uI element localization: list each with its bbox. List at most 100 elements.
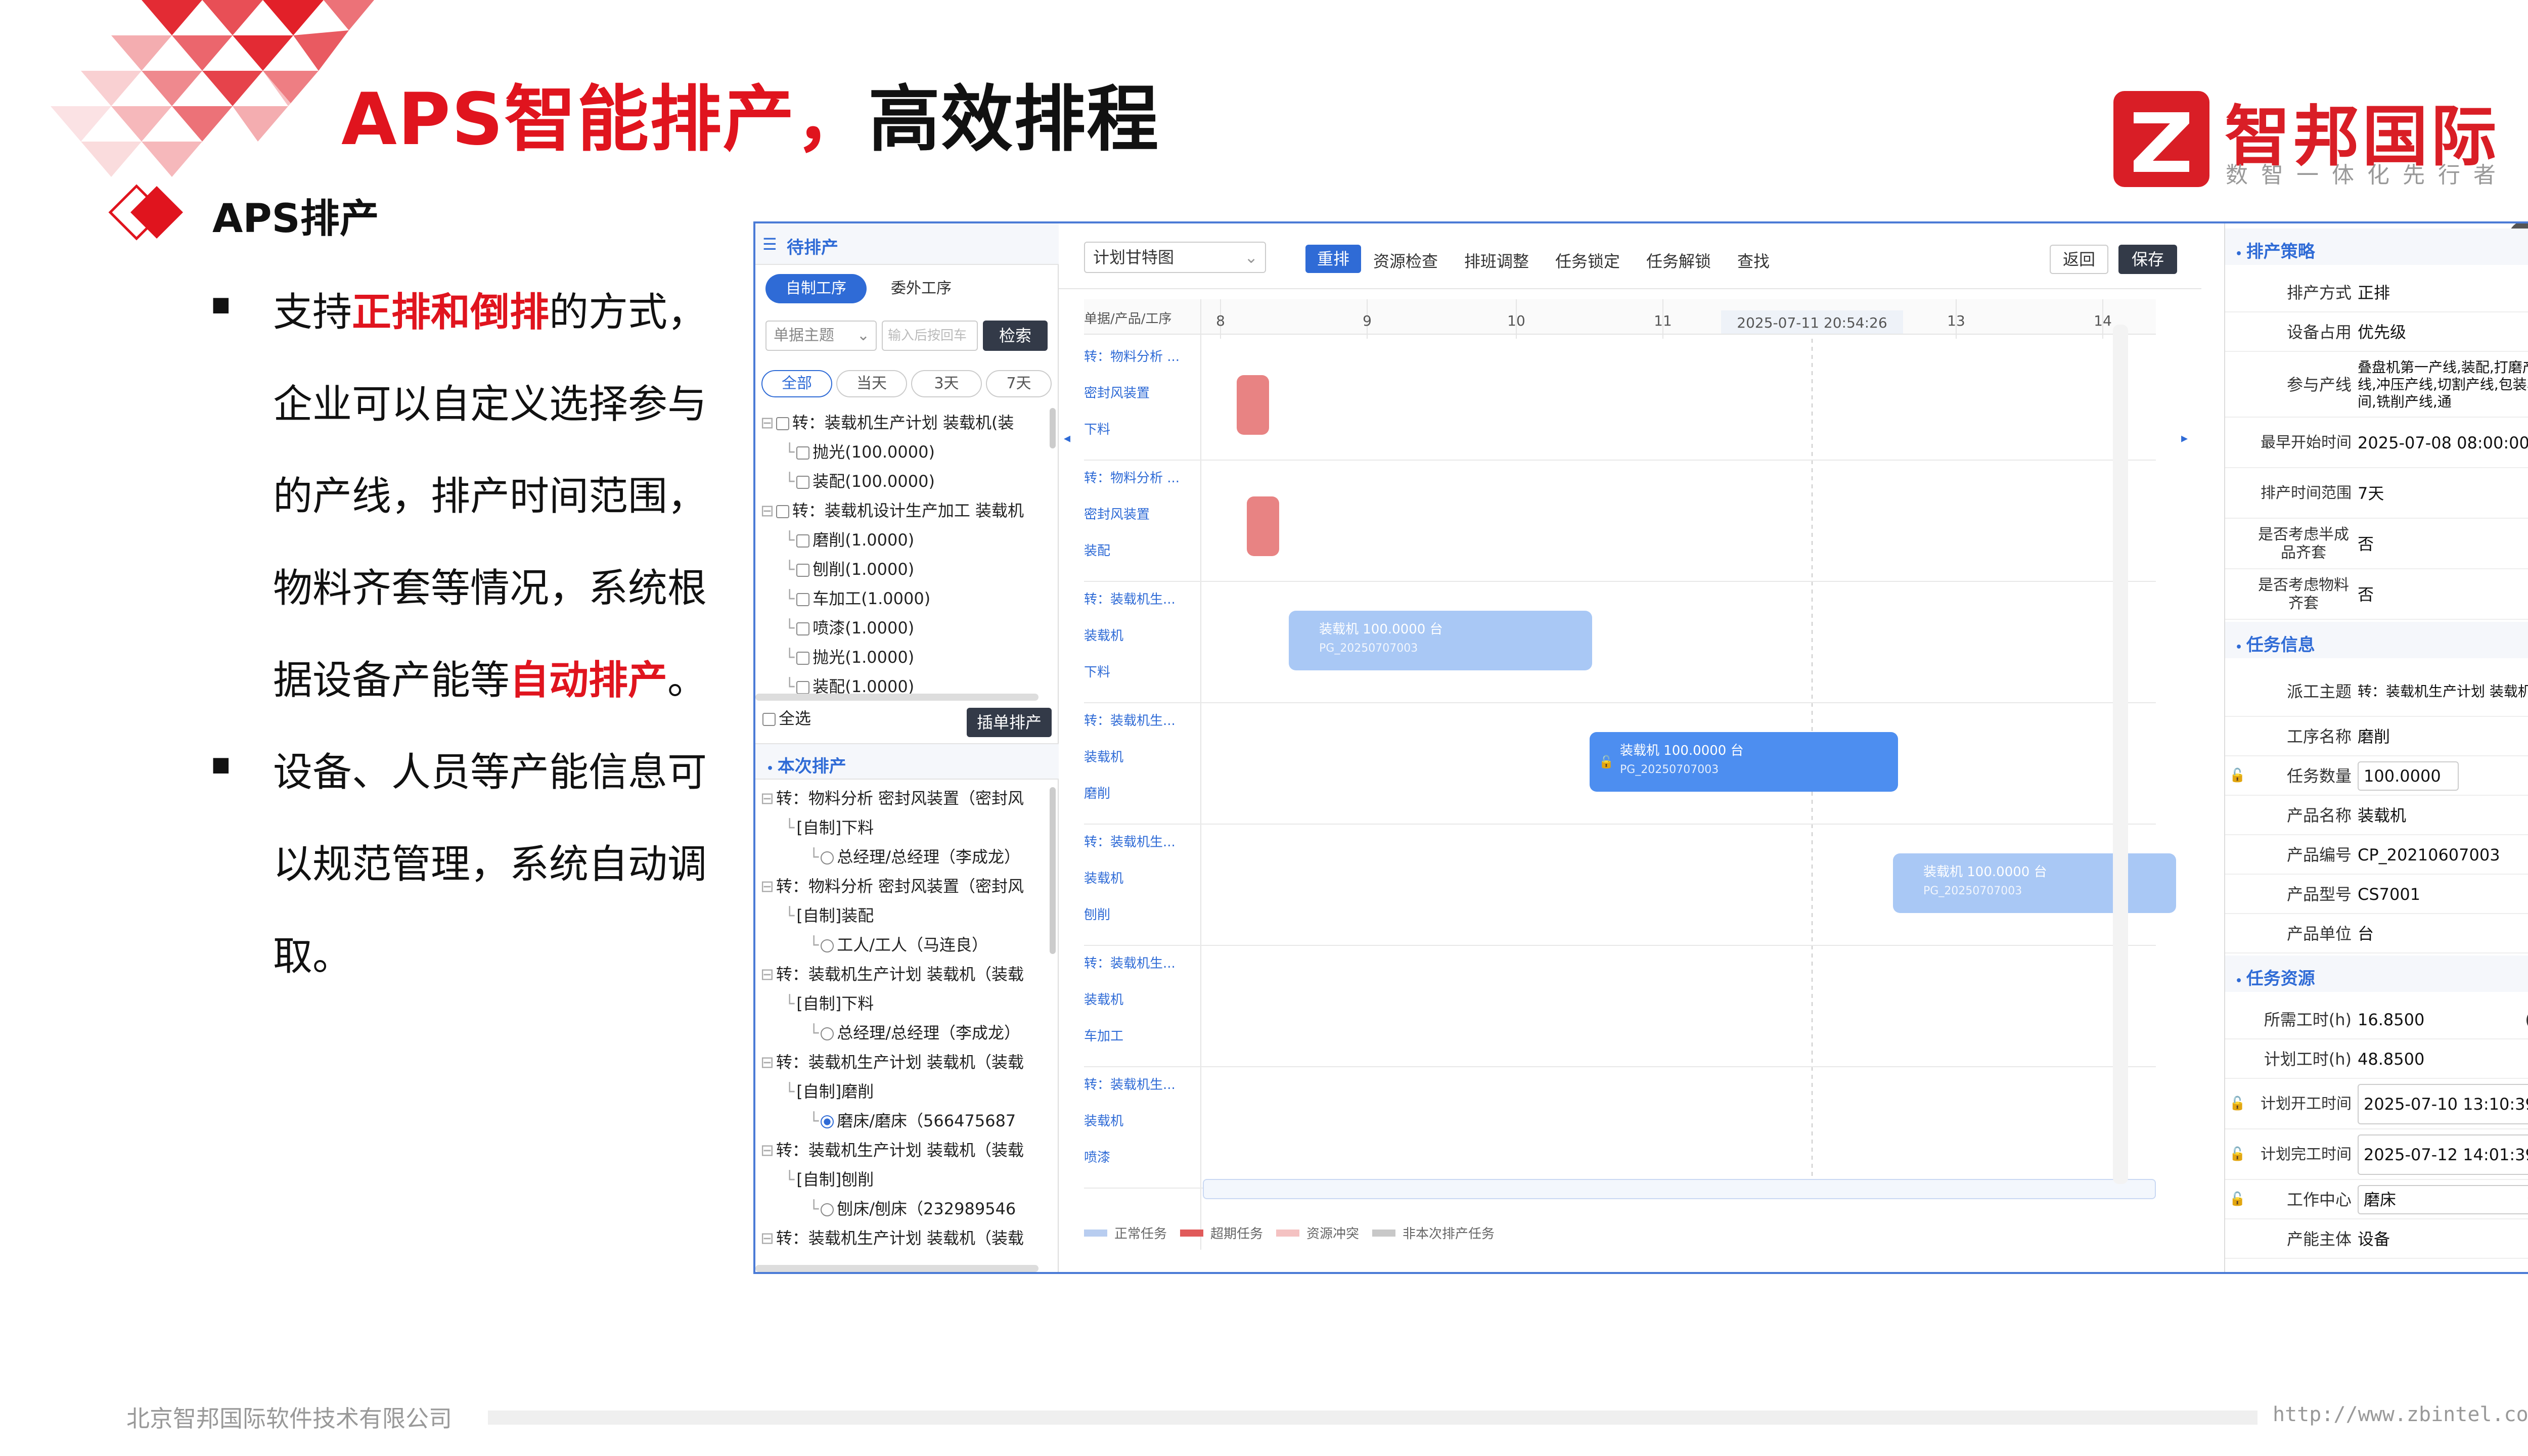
gantt-area: 计划甘特图 ⌄ 重排 资源检查 排班调整 任务锁定 任务解锁 查找 返回 保存 单… — [1059, 223, 2201, 1272]
range-all[interactable]: 全部 — [761, 370, 832, 397]
range-7days[interactable]: 7天 — [986, 370, 1052, 397]
tree-node[interactable]: └ [自制]装配 — [760, 901, 1046, 930]
current-h-scrollbar[interactable] — [755, 1265, 1039, 1272]
tree-node[interactable]: ⊟ 转：装载机生产计划 装载机(装 — [760, 408, 1046, 437]
tree-node[interactable]: └ [自制]下料 — [760, 989, 1046, 1018]
section-title-text: 排产策略 — [2246, 242, 2315, 262]
tree-node-label: [自制]装配 — [796, 906, 874, 925]
unlock-icon[interactable]: 🔓 — [1599, 752, 1614, 771]
select-all-checkbox[interactable]: 全选 — [762, 704, 811, 733]
tree-node[interactable]: └ 抛光(100.0000) — [760, 437, 1046, 467]
unlock-icon[interactable]: 🔓 — [2229, 1192, 2245, 1207]
tree-node[interactable]: └ 装配(100.0000) — [760, 467, 1046, 496]
slide-title-black: 高效排程 — [868, 78, 1160, 161]
tree-node-label: 装配(1.0000) — [812, 677, 915, 694]
checkbox-icon[interactable] — [776, 505, 789, 518]
property-key: 产品名称 — [2286, 806, 2352, 825]
task-bar[interactable]: 装载机 100.0000 台 PG_20250707003 — [1289, 611, 1592, 670]
legend-label: 超期任务 — [1210, 1226, 1263, 1242]
tree-node-label: 工人/工人（马连良） — [837, 935, 988, 954]
unlock-icon[interactable]: 🔓 — [2229, 1147, 2245, 1162]
tree-node[interactable]: └ [自制]磨削 — [760, 1077, 1046, 1106]
left-panel: ☰ 待排产 自制工序 委外工序 单据主题 ⌄ 输入后按回车 检索 全部 当天 3天… — [755, 223, 1059, 1272]
section-title: • 任务信息 — [2235, 631, 2315, 656]
tree-node[interactable]: └ [自制]刨削 — [760, 1165, 1046, 1194]
tree-node[interactable]: ⊟ 转：物料分析 密封风装置（密封风 — [760, 784, 1046, 813]
tree-node[interactable]: └ 刨削(1.0000) — [760, 555, 1046, 584]
property-value: 正排 — [2358, 283, 2390, 302]
tree-branch-icon: └ — [785, 1082, 795, 1101]
dot-icon: • — [2235, 248, 2246, 260]
tree-node[interactable]: ⊟ 转：装载机生产计划 装载机（装载 — [760, 1048, 1046, 1077]
bullet2-line2: 以规范管理，系统自动调 — [273, 842, 707, 887]
tab-self-process[interactable]: 自制工序 — [765, 274, 867, 303]
tree-node[interactable]: ⊟ 转：物料分析 密封风装置（密封风 — [760, 872, 1046, 901]
filter-select[interactable]: 单据主题 ⌄ — [765, 321, 877, 351]
collapse-node-icon: ⊟ — [760, 1053, 774, 1072]
radio-icon[interactable] — [821, 1027, 834, 1040]
tree-branch-icon: └ — [785, 818, 795, 837]
checkbox-icon[interactable] — [796, 652, 810, 665]
tree-node[interactable]: └ 磨削(1.0000) — [760, 525, 1046, 555]
checkbox-icon[interactable] — [796, 534, 810, 548]
tree-node[interactable]: ⊟ 转：装载机生产计划 装载机（装载 — [760, 960, 1046, 989]
insert-schedule-button[interactable]: 插单排产 — [967, 708, 1052, 737]
tree-branch-icon: └ — [785, 994, 795, 1013]
pending-h-scrollbar[interactable] — [755, 694, 1039, 701]
bullet-square-icon: ■ — [211, 753, 231, 776]
collapse-icon[interactable]: ☰ — [762, 235, 777, 254]
checkbox-icon[interactable] — [796, 681, 810, 694]
timeline-scrollbar[interactable] — [1203, 1179, 2156, 1199]
unlock-icon[interactable]: 🔓 — [2229, 1096, 2245, 1111]
tree-node[interactable]: └ 车加工(1.0000) — [760, 584, 1046, 613]
expand-left-icon[interactable]: ◂ — [1064, 431, 1070, 446]
tree-node[interactable]: └ 总经理/总经理（李成龙） — [760, 842, 1046, 872]
range-today[interactable]: 当天 — [836, 370, 907, 397]
range-3days[interactable]: 3天 — [911, 370, 982, 397]
checkbox-icon[interactable] — [796, 593, 810, 606]
property-key: 计划工时(h) — [2264, 1050, 2352, 1069]
tab-outsource-process[interactable]: 委外工序 — [871, 274, 972, 303]
gantt-v-scrollbar[interactable] — [2113, 325, 2128, 1184]
current-scrollbar[interactable] — [1050, 787, 1056, 954]
radio-icon[interactable] — [821, 1203, 834, 1216]
task-bar[interactable]: 装载机 100.0000 台 PG_20250707003 — [1893, 853, 2176, 913]
radio-icon[interactable] — [821, 1115, 834, 1128]
property-row: 产能主体 设备 — [2225, 1219, 2528, 1259]
property-row: 产品编号 CP_20210607003 — [2225, 835, 2528, 875]
tree-branch-icon: └ — [785, 560, 795, 579]
property-key: 所需工时(h) — [2264, 1010, 2352, 1029]
tree-node[interactable]: └ 总经理/总经理（李成龙） — [760, 1018, 1046, 1048]
dot-icon: • — [2235, 975, 2246, 987]
property-input[interactable]: 磨床 — [2358, 1185, 2528, 1214]
pending-scrollbar[interactable] — [1050, 408, 1056, 448]
tree-node[interactable]: └ 喷漆(1.0000) — [760, 613, 1046, 643]
tree-node[interactable]: └ 抛光(1.0000) — [760, 643, 1046, 672]
tree-node[interactable]: ⊟ 转：装载机生产计划 装载机（装载 — [760, 1223, 1046, 1253]
property-key: 是否考虑物料齐套 — [2258, 576, 2349, 612]
checkbox-icon[interactable] — [796, 564, 810, 577]
tree-node[interactable]: └ [自制]下料 — [760, 813, 1046, 842]
checkbox-icon[interactable] — [796, 476, 810, 489]
property-input[interactable]: 2025-07-12 14:01:39 — [2358, 1134, 2528, 1175]
property-row: 计划开工时间 2025-07-10 13:10:39 🔓 — [2225, 1079, 2528, 1129]
radio-icon[interactable] — [821, 851, 834, 864]
property-input[interactable]: 100.0000 — [2358, 761, 2459, 791]
tree-node[interactable]: └ 磨床/磨床（566475687 — [760, 1106, 1046, 1135]
radio-icon[interactable] — [821, 939, 834, 952]
unlock-icon[interactable]: 🔓 — [2229, 768, 2245, 783]
checkbox-icon[interactable] — [796, 446, 810, 460]
tree-node[interactable]: └ 刨床/刨床（232989546 — [760, 1194, 1046, 1223]
section-title-text: 任务资源 — [2246, 969, 2315, 989]
property-input[interactable]: 2025-07-10 13:10:39 — [2358, 1084, 2528, 1124]
expand-right-icon[interactable]: ▸ — [2181, 431, 2188, 446]
tree-node[interactable]: └ 装配(1.0000) — [760, 672, 1046, 694]
filter-input[interactable]: 输入后按回车 — [882, 321, 978, 351]
search-button[interactable]: 检索 — [983, 321, 1048, 351]
task-bar[interactable]: 装载机 100.0000 台 PG_20250707003 🔓 — [1590, 732, 1898, 792]
tree-node[interactable]: ⊟ 转：装载机生产计划 装载机（装载 — [760, 1135, 1046, 1165]
checkbox-icon[interactable] — [776, 417, 789, 430]
tree-node[interactable]: ⊟ 转：装载机设计生产加工 装载机 — [760, 496, 1046, 525]
tree-node[interactable]: └ 工人/工人（马连良） — [760, 930, 1046, 960]
checkbox-icon[interactable] — [796, 622, 810, 635]
